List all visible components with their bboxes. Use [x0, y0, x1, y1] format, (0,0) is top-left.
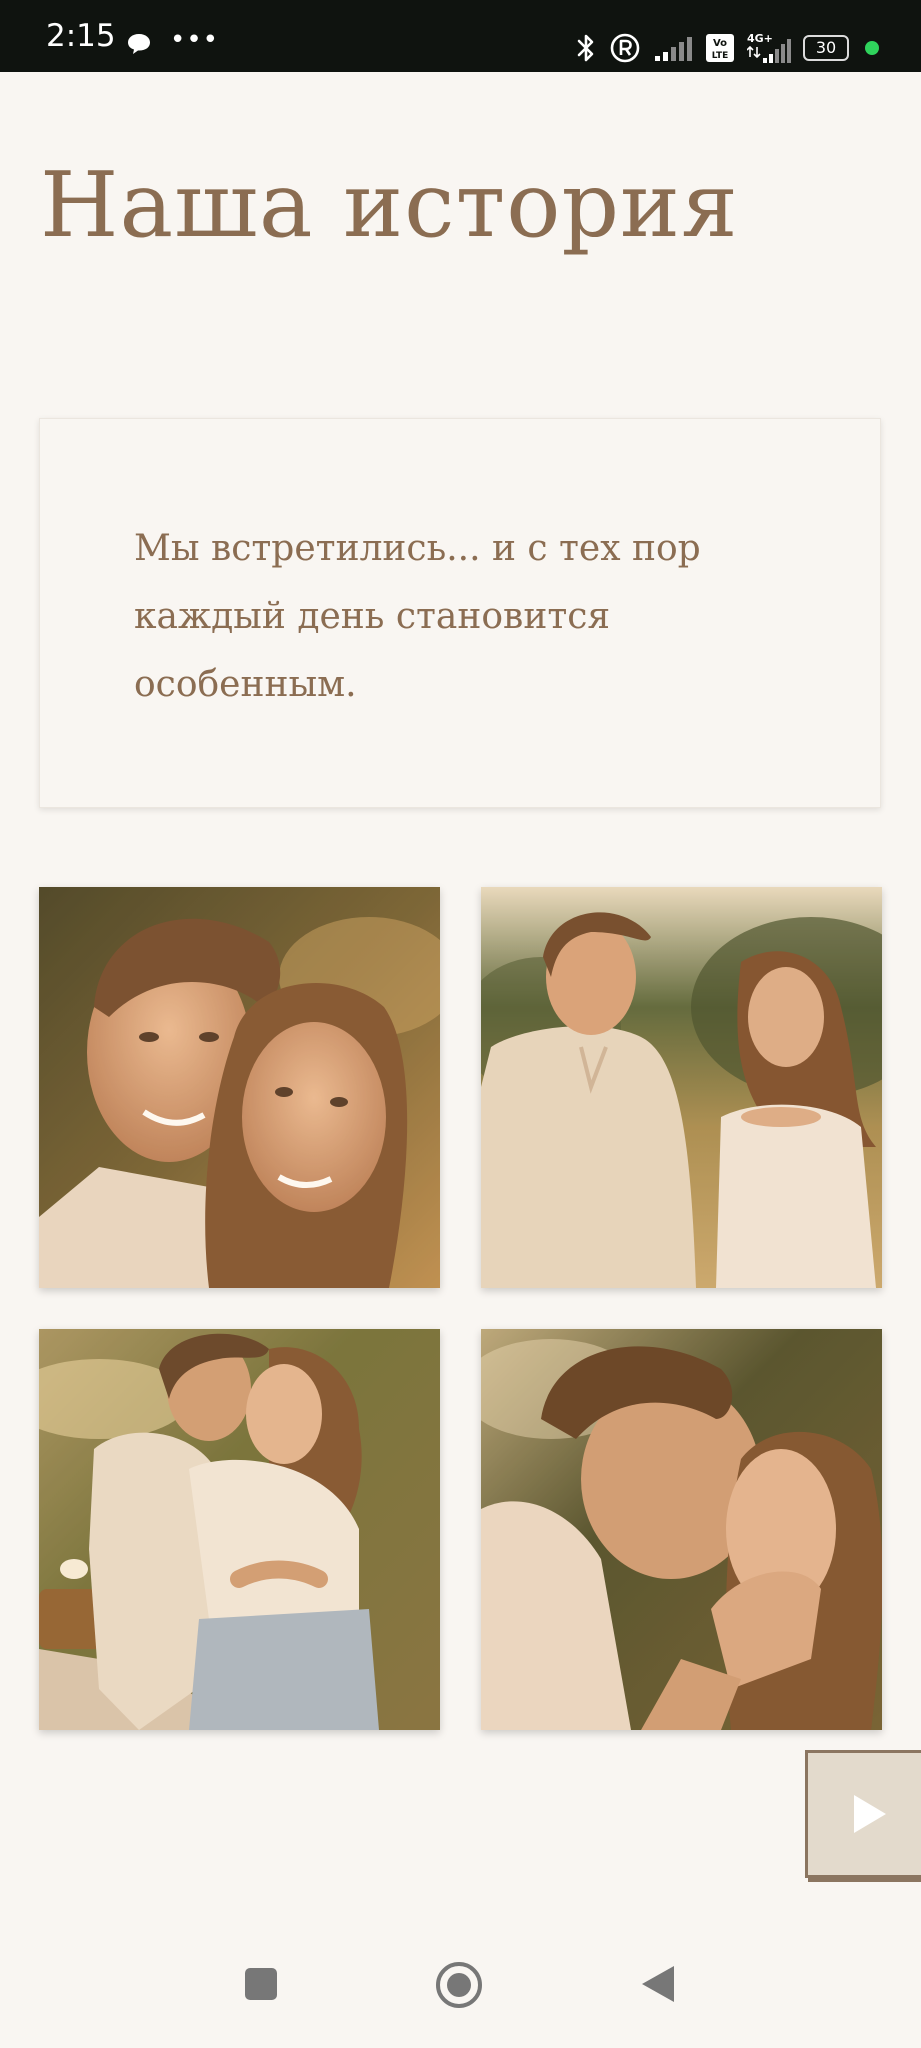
chat-bubble-icon	[128, 34, 150, 54]
photo-couple-standing-field	[481, 887, 882, 1288]
home-icon[interactable]	[434, 1960, 484, 2010]
back-icon[interactable]	[640, 1964, 676, 2004]
bluetooth-icon	[577, 34, 594, 62]
gallery-photo-1[interactable]	[39, 887, 440, 1288]
status-icons: Vo LTE 4G+ 30	[575, 28, 879, 68]
page-title: Наша история	[40, 153, 739, 258]
battery-icon: 30	[803, 35, 849, 61]
4g-signal-icon: 4G+	[747, 32, 791, 63]
svg-text:4G+: 4G+	[747, 32, 773, 45]
photo-couple-picnic-embrace	[39, 1329, 440, 1730]
gallery-photo-3[interactable]	[39, 1329, 440, 1730]
gallery-photo-2[interactable]	[481, 887, 882, 1288]
more-notifications-icon: •••	[170, 25, 220, 55]
status-time: 2:15	[46, 18, 116, 54]
photo-couple-cheek-to-cheek	[39, 887, 440, 1288]
story-text: Мы встретились... и с тех пор каждый ден…	[134, 528, 701, 705]
signal-icon	[655, 37, 692, 61]
status-bar: 2:15 ••• Vo LTE 4G+ 30	[0, 0, 921, 72]
volte-icon: Vo LTE	[706, 34, 734, 62]
privacy-indicator-dot	[865, 41, 879, 55]
svg-text:Vo: Vo	[713, 38, 727, 49]
svg-text:LTE: LTE	[712, 51, 729, 61]
photo-couple-kiss	[481, 1329, 882, 1730]
navigation-bar	[0, 1930, 921, 2048]
play-icon	[854, 1795, 886, 1833]
gallery-photo-4[interactable]	[481, 1329, 882, 1730]
recents-icon[interactable]	[243, 1966, 279, 2002]
play-button[interactable]	[805, 1750, 921, 1878]
story-card: Мы встретились... и с тех пор каждый ден…	[39, 418, 881, 808]
registered-icon	[610, 33, 640, 63]
